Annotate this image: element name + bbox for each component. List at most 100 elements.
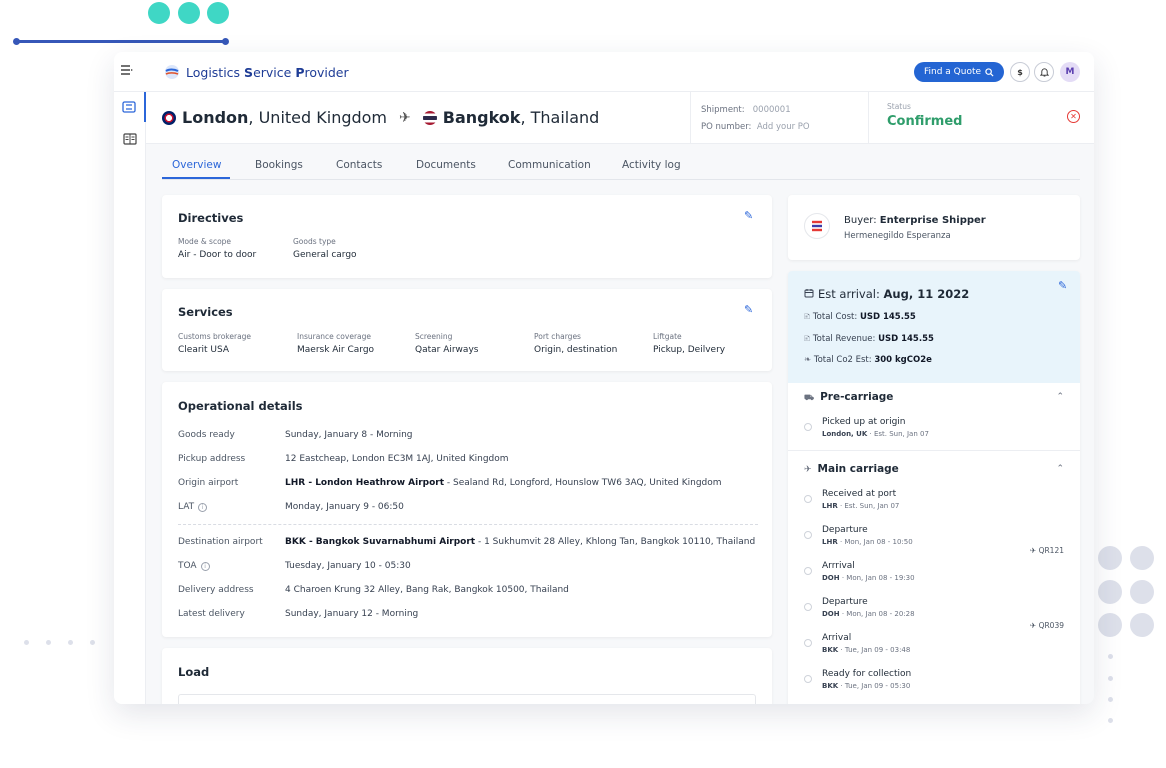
event-subtitle: LHR · Mon, Jan 08 - 10:50 <box>822 538 913 546</box>
shipment-info: Shipment: 0000001 PO number: Add your PO <box>690 92 868 144</box>
timeline-dot <box>804 495 812 503</box>
delivery-address-value: 4 Charoen Krung 32 Alley, Bang Rak, Bang… <box>285 585 569 595</box>
pickup-address-label: Pickup address <box>178 454 246 464</box>
event-subtitle: DOH · Mon, Jan 08 - 20:28 <box>822 610 915 618</box>
decor-dot <box>207 2 229 24</box>
decor-dot <box>148 2 170 24</box>
info-icon[interactable]: i <box>198 503 208 512</box>
goods-ready-value: Sunday, January 8 - Morning <box>285 430 413 440</box>
destination-airport-label: Destination airport <box>178 537 263 547</box>
app-logo[interactable]: Logistics Service Provider <box>164 64 349 80</box>
event-title: Picked up at origin <box>822 417 906 427</box>
notifications-button[interactable] <box>1034 62 1054 82</box>
tab-active-indicator <box>162 177 230 179</box>
close-circle-icon[interactable]: ✕ <box>1067 110 1080 123</box>
grid-icon <box>123 133 137 145</box>
tab-bookings[interactable]: Bookings <box>255 159 303 171</box>
info-icon[interactable]: i <box>200 562 210 571</box>
timeline-dot <box>804 567 812 575</box>
plane-icon: ✈ <box>804 465 812 475</box>
find-quote-button[interactable]: Find a Quote <box>914 62 1005 82</box>
po-number-input[interactable]: Add your PO <box>757 122 810 132</box>
event-title: Departure <box>822 525 868 535</box>
pickup-address-value: 12 Eastcheap, London EC3M 1AJ, United Ki… <box>285 454 509 464</box>
find-quote-label: Find a Quote <box>924 67 982 77</box>
decor-dot <box>1098 580 1122 604</box>
plane-icon: ✈ <box>399 109 411 126</box>
route-title: London, United Kingdom ✈ Bangkok, Thaila… <box>162 108 599 127</box>
thailand-flag-icon <box>422 110 437 125</box>
origin-city: London <box>182 108 249 127</box>
destination-country: , Thailand <box>520 108 600 127</box>
calendar-icon <box>804 289 814 298</box>
toa-value: Tuesday, January 10 - 05:30 <box>285 561 411 571</box>
decor-dot <box>1108 676 1113 681</box>
buyer-card: Buyer: Enterprise Shipper Hermenegildo E… <box>788 195 1080 260</box>
origin-airport-label: Origin airport <box>178 478 239 488</box>
event-title: Received at port <box>822 489 897 499</box>
services-card: Services ✎ Customs brokerage Clearit USA… <box>162 289 772 371</box>
maincarriage-header[interactable]: ✈ Main carriage <box>804 463 899 475</box>
mode-value: Air - Door to door <box>178 250 257 260</box>
operational-details-card: Operational details Goods ready Sunday, … <box>162 382 772 637</box>
event-subtitle: DOH · Mon, Jan 08 - 19:30 <box>822 574 915 582</box>
currency-button[interactable]: $ <box>1010 62 1030 82</box>
left-rail <box>114 92 146 704</box>
tab-contacts[interactable]: Contacts <box>336 159 382 171</box>
receipt-icon: 🗈 <box>804 312 813 322</box>
service-label: Screening <box>415 332 453 341</box>
tab-documents[interactable]: Documents <box>416 159 476 171</box>
tab-activity-log[interactable]: Activity log <box>622 159 681 171</box>
rail-shipments-button[interactable] <box>114 92 146 122</box>
shipment-label: Shipment: <box>701 105 745 115</box>
event-title: Arrrival <box>822 561 855 571</box>
decor-dot <box>1108 697 1113 702</box>
edit-services-icon[interactable]: ✎ <box>744 303 753 316</box>
chevron-up-icon[interactable]: ⌃ <box>1056 464 1064 474</box>
goods-type-value: General cargo <box>293 250 357 260</box>
menu-icon[interactable] <box>120 64 136 80</box>
edit-directives-icon[interactable]: ✎ <box>744 209 753 222</box>
uk-flag-icon <box>162 110 176 125</box>
event-subtitle: BKK · Tue, Jan 09 - 05:30 <box>822 682 911 690</box>
load-card: Load <box>162 648 772 704</box>
precarriage-header[interactable]: ⛟ Pre-carriage <box>804 391 893 403</box>
route-icon <box>122 101 136 113</box>
decor-dot <box>178 2 200 24</box>
avatar[interactable]: M <box>1060 62 1080 82</box>
service-value: Origin, destination <box>534 345 618 355</box>
decor-line-end <box>222 38 229 45</box>
event-title: Ready for collection <box>822 669 912 679</box>
decor-dot <box>1098 546 1122 570</box>
arrival-summary: Est arrival: Aug, 11 2022 ✎ 🗈 Total Cost… <box>788 271 1080 383</box>
route-header: London, United Kingdom ✈ Bangkok, Thaila… <box>146 92 1094 144</box>
lat-label: LAT i <box>178 502 208 512</box>
decor-line <box>16 40 228 43</box>
latest-delivery-value: Sunday, January 12 - Morning <box>285 609 419 619</box>
status-badge: Confirmed <box>887 114 963 129</box>
origin-country: , United Kingdom <box>248 108 388 127</box>
leaf-icon: ❧ <box>804 355 814 365</box>
event-title: Departure <box>822 597 868 607</box>
lat-value: Monday, January 9 - 06:50 <box>285 502 404 512</box>
tab-communication[interactable]: Communication <box>508 159 591 171</box>
decor-dot <box>1098 613 1122 637</box>
tab-overview[interactable]: Overview <box>172 159 221 171</box>
app-window: Logistics Service Provider Find a Quote … <box>114 52 1094 704</box>
service-label: Insurance coverage <box>297 332 372 341</box>
destination-airport-value: BKK - Bangkok Suvarnabhumi Airport - 1 S… <box>285 537 756 547</box>
rail-dashboard-button[interactable] <box>114 124 146 154</box>
decor-line-end <box>13 38 20 45</box>
service-label: Liftgate <box>653 332 682 341</box>
est-arrival: Est arrival: Aug, 11 2022 <box>804 287 969 301</box>
po-label: PO number: <box>701 122 752 132</box>
event-subtitle: BKK · Tue, Jan 09 - 03:48 <box>822 646 911 654</box>
plane-icon: ✈ <box>1029 621 1039 630</box>
logo-icon <box>165 65 179 79</box>
event-title: Arrival <box>822 633 852 643</box>
timeline-dot <box>804 603 812 611</box>
status-panel: Status Confirmed ✕ <box>868 92 1094 144</box>
chevron-up-icon[interactable]: ⌃ <box>1056 392 1064 402</box>
service-value: Qatar Airways <box>415 345 479 355</box>
edit-arrival-icon[interactable]: ✎ <box>1058 279 1067 292</box>
